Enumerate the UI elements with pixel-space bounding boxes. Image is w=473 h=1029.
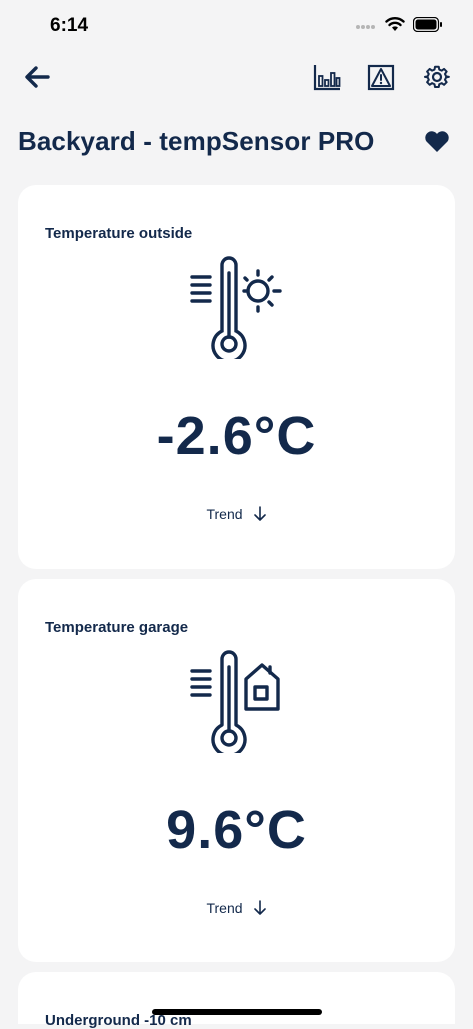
arrow-down-icon (253, 900, 266, 915)
temperature-value: 9.6°C (166, 800, 307, 860)
trend-indicator[interactable]: Trend (18, 900, 455, 916)
arrow-down-icon (253, 506, 266, 521)
temperature-garage-card[interactable]: Temperature garage 9.6°C Trend (18, 579, 455, 962)
arrow-left-icon (25, 66, 50, 88)
warning-icon (367, 64, 395, 91)
page-title: Backyard - tempSensor PRO (18, 126, 375, 156)
status-time: 6:14 (50, 15, 89, 36)
underground-temperature-card[interactable]: Underground -10 cm (18, 972, 455, 1029)
nav-bar (0, 56, 473, 100)
heart-icon (425, 130, 449, 152)
thermometer-house-icon (188, 649, 284, 758)
temperature-outside-card[interactable]: Temperature outside -2.6°C Trend (18, 185, 455, 569)
trend-label: Trend (206, 506, 243, 522)
battery-icon (412, 16, 443, 37)
thermometer-sun-icon (188, 255, 284, 364)
wifi-icon (385, 16, 405, 37)
signal-icon (355, 18, 377, 36)
bar-chart-icon (313, 65, 341, 91)
temperature-value: -2.6°C (156, 406, 317, 466)
trend-indicator[interactable]: Trend (18, 506, 455, 522)
home-indicator[interactable] (152, 1009, 322, 1015)
trend-label: Trend (206, 900, 243, 916)
history-chart-button[interactable] (310, 60, 344, 94)
status-bar: 6:14 (0, 0, 473, 54)
card-label: Temperature garage (45, 619, 189, 636)
settings-button[interactable] (420, 60, 454, 94)
card-label: Temperature outside (45, 225, 193, 242)
alerts-button[interactable] (364, 60, 398, 94)
favorite-button[interactable] (420, 126, 454, 156)
back-button[interactable] (20, 62, 54, 92)
status-icons (355, 16, 443, 37)
gear-icon (424, 65, 450, 89)
